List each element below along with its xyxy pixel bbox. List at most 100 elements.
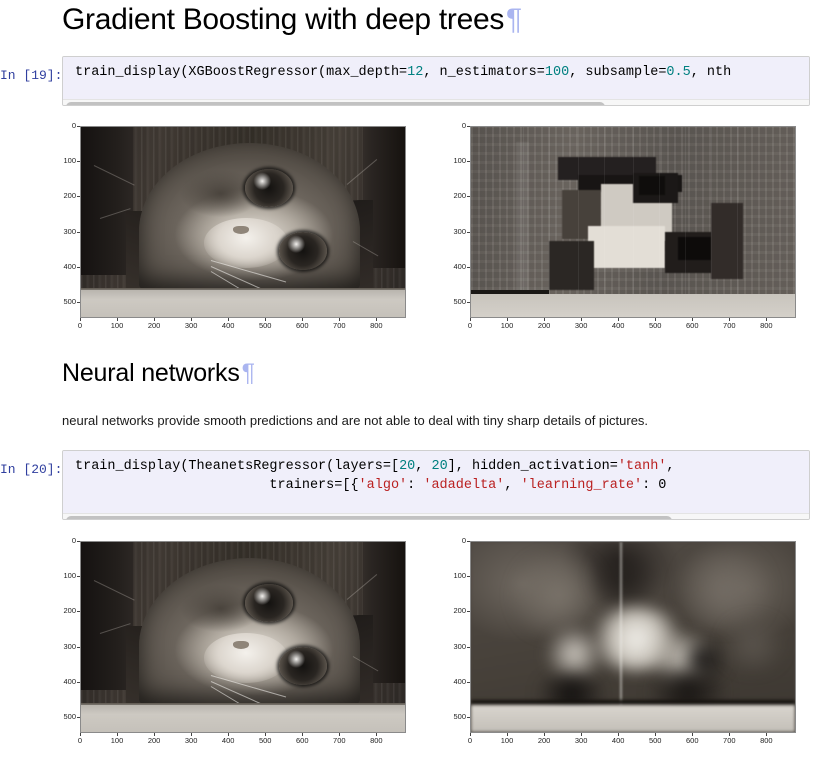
x-axis-tick-mark [191, 318, 193, 321]
y-axis-tick-label: 400 [453, 261, 466, 271]
y-axis-tick-mark [467, 717, 470, 719]
x-axis-tick-mark [154, 318, 156, 321]
x-axis-tick-mark [470, 733, 471, 736]
x-axis-tick-mark [470, 318, 471, 321]
section-title: Neural networks [62, 359, 240, 387]
x-axis-tick-label: 200 [537, 736, 551, 745]
x-axis-tick-mark [544, 733, 546, 736]
x-axis-tick-label: 500 [258, 321, 272, 330]
x-axis-tick-label: 400 [221, 321, 235, 330]
code-token: , [666, 459, 675, 474]
output-figure-neuralnet: 0 100 200 300 400 500 0 100 200 300 400 500 600 700 80… [448, 536, 796, 755]
x-axis-tick-label: 600 [686, 321, 699, 330]
code-line: trainers=[{'algo': 'adadelta', 'learning… [75, 476, 809, 495]
x-axis-tick-mark [507, 318, 509, 321]
y-axis-tick-label: 100 [453, 571, 466, 581]
y-axis-tick-label: 100 [453, 156, 466, 166]
x-axis-tick-label: 400 [221, 736, 235, 745]
x-axis-tick-mark [117, 733, 119, 736]
x-axis-tick-label: 400 [611, 321, 625, 330]
x-axis-tick-label: 800 [370, 736, 383, 745]
x-axis-tick-label: 300 [574, 736, 588, 745]
y-axis-tick-mark [467, 541, 470, 542]
y-axis-tick-mark [77, 611, 80, 613]
y-axis-tick-label: 200 [453, 191, 466, 201]
x-axis-tick-mark [729, 318, 731, 321]
y-axis-tick-label: 500 [453, 712, 466, 722]
code-token: 'learning_rate' [520, 478, 643, 493]
x-axis-tick-mark [117, 318, 119, 321]
y-axis-tick-label: 100 [63, 156, 76, 166]
x-axis-tick-label: 400 [611, 736, 625, 745]
x-axis-tick-mark [80, 318, 81, 321]
y-axis-tick-mark [77, 646, 80, 648]
code-token: train_display(XGBoostRegressor(max_depth… [75, 65, 408, 80]
output-figure-original-2: 0 100 200 300 400 500 0 100 200 300 400 500 600 700 80… [58, 536, 406, 755]
y-axis-tick-label: 500 [63, 297, 76, 307]
x-axis-tick-label: 800 [760, 736, 773, 745]
code-token: 12 [407, 65, 424, 80]
x-axis-tick-label: 0 [467, 736, 473, 745]
x-axis-tick-label: 500 [258, 736, 272, 745]
x-axis-tick-mark [581, 318, 583, 321]
neuralnet-prediction-image [471, 542, 795, 732]
x-axis-tick-mark [80, 733, 81, 736]
scrollbar-thumb[interactable] [66, 102, 605, 105]
x-axis-tick-label: 100 [500, 321, 514, 330]
y-axis-tick-label: 200 [453, 606, 466, 616]
y-axis-tick-mark [467, 161, 470, 163]
x-axis-tick-label: 800 [370, 321, 383, 330]
x-axis-tick-mark [228, 318, 230, 321]
code-text-20[interactable]: train_display(TheanetsRegressor(layers=[… [63, 451, 809, 513]
y-axis-tick-mark [467, 126, 470, 127]
notebook-page: Gradient Boosting with deep trees¶ In [1… [0, 0, 832, 763]
y-axis-tick-label: 300 [453, 226, 466, 236]
code-line: train_display(XGBoostRegressor(max_depth… [75, 63, 809, 82]
code-text-19[interactable]: train_display(XGBoostRegressor(max_depth… [63, 57, 809, 99]
y-axis-tick-label: 500 [453, 297, 466, 307]
code-token: , [415, 459, 432, 474]
x-axis-tick-mark [507, 733, 509, 736]
x-axis-tick-mark [302, 318, 304, 321]
x-axis-tick-label: 100 [500, 736, 514, 745]
y-axis-tick-mark [77, 681, 80, 683]
x-axis-tick-label: 100 [110, 321, 124, 330]
x-axis-tick-mark [265, 318, 267, 321]
x-axis-tick-mark [376, 733, 378, 736]
anchor-link-icon[interactable]: ¶ [242, 359, 255, 387]
output-figure-original-1: 0 100 200 300 400 500 0 100 200 300 400 500 600 700 80… [58, 121, 406, 340]
y-axis-tick-mark [77, 576, 80, 578]
x-axis-tick-label: 0 [77, 321, 83, 330]
code-token: , [504, 478, 521, 493]
x-axis-tick-label: 500 [648, 321, 662, 330]
cat-photo [81, 542, 405, 732]
code-token: 'algo' [358, 478, 408, 493]
y-axis-tick-mark [467, 266, 470, 268]
horizontal-scrollbar-19[interactable] [63, 99, 809, 105]
code-editor-19[interactable]: train_display(XGBoostRegressor(max_depth… [62, 56, 810, 106]
code-token: 20 [431, 459, 448, 474]
x-axis-tick-mark [655, 318, 657, 321]
xgboost-prediction-image [471, 127, 795, 317]
y-axis-tick-mark [467, 646, 470, 648]
page-title: Gradient Boosting with deep trees [62, 3, 505, 36]
x-axis-tick-label: 0 [467, 321, 473, 330]
y-axis-tick-label: 200 [63, 191, 76, 201]
code-token: , n_estimators= [423, 65, 545, 80]
code-token: : [407, 478, 424, 493]
x-axis-tick-mark [154, 733, 156, 736]
code-editor-20[interactable]: train_display(TheanetsRegressor(layers=[… [62, 450, 810, 520]
scrollbar-thumb[interactable] [66, 516, 672, 519]
anchor-link-icon[interactable]: ¶ [506, 3, 522, 36]
x-axis-tick-mark [655, 733, 657, 736]
y-axis-tick-mark [77, 196, 80, 198]
y-axis-tick-label: 0 [71, 121, 76, 130]
x-axis-tick-mark [766, 733, 768, 736]
y-axis-tick-mark [77, 126, 80, 127]
x-axis-tick-label: 500 [648, 736, 662, 745]
x-axis-tick-label: 100 [110, 736, 124, 745]
cat-photo [81, 127, 405, 317]
code-token: ], hidden_activation= [447, 459, 618, 474]
x-axis-tick-mark [339, 318, 341, 321]
horizontal-scrollbar-20[interactable] [63, 513, 809, 519]
